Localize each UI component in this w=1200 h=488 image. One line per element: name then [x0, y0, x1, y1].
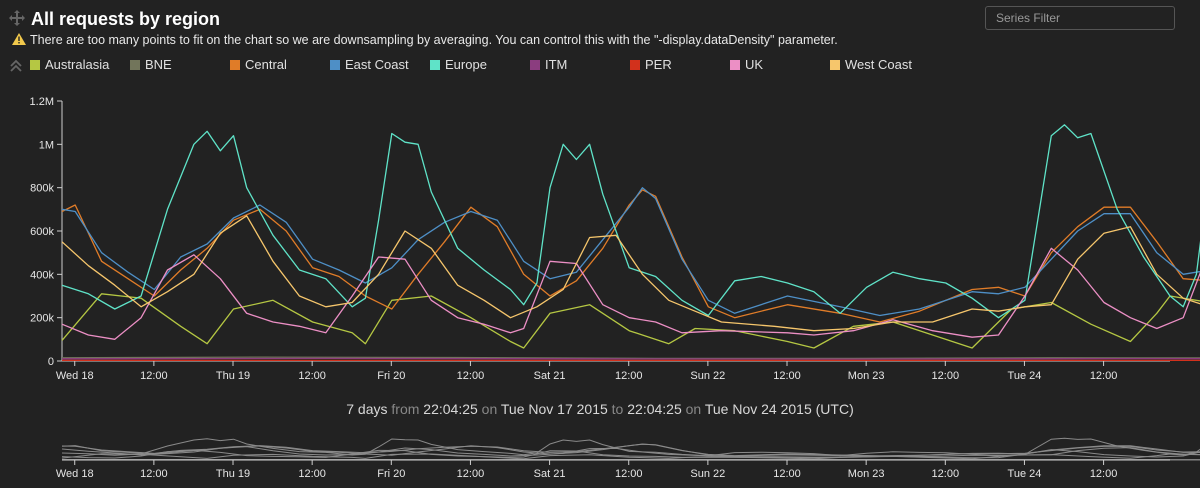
x-tick-label: Fri 20	[377, 370, 405, 382]
legend-swatch	[530, 60, 540, 70]
series-line-east-coast[interactable]	[61, 187, 1200, 317]
navigator-x-tick-label: 12:00	[457, 468, 485, 480]
range-to-time: 22:04:25	[627, 401, 682, 417]
warning-text: There are too many points to fit on the …	[30, 33, 838, 47]
legend-item-central[interactable]: Central	[230, 57, 287, 72]
legend-swatch	[330, 60, 340, 70]
line-chart: 0 200k 400k 600k 800k 1M 1.2M Wed 18 12:00 Thu 19…	[30, 96, 1200, 382]
navigator-x-tick-label: Sat 21	[534, 468, 566, 480]
legend-label: East Coast	[345, 57, 409, 72]
time-range-summary: 7 days from 22:04:25 on Tue Nov 17 2015 …	[0, 401, 1200, 417]
navigator-x-tick-label: 12:00	[1090, 468, 1118, 480]
navigator-x-tick-label: 12:00	[140, 468, 168, 480]
x-tick-label: 12:00	[1090, 370, 1118, 382]
range-navigator[interactable]: Wed 18 12:00 Thu 19 12:00 Fri 20 12:00 Sat 21 1…	[0, 432, 1200, 488]
collapse-legend-icon[interactable]	[10, 59, 22, 73]
legend-label: West Coast	[845, 57, 912, 72]
legend-swatch	[230, 60, 240, 70]
x-tick-label: Sat 21	[534, 370, 566, 382]
range-to-label: to	[611, 401, 624, 417]
navigator-x-tick-label: Wed 18	[56, 468, 94, 480]
y-tick-label: 400k	[30, 269, 54, 281]
range-to-date: Tue Nov 24 2015 (UTC)	[704, 401, 854, 417]
legend-swatch	[630, 60, 640, 70]
legend-item-west-coast[interactable]: West Coast	[830, 57, 912, 72]
legend-label: UK	[745, 57, 764, 72]
x-tick-label: Mon 23	[848, 370, 885, 382]
legend-swatch	[830, 60, 840, 70]
x-tick-label: 12:00	[615, 370, 643, 382]
y-tick-label: 800k	[30, 183, 54, 195]
x-tick-label: Wed 18	[56, 370, 94, 382]
y-tick-label: 0	[48, 356, 54, 368]
x-tick-label: Tue 24	[1008, 370, 1042, 382]
series-line-central[interactable]	[61, 189, 1200, 323]
legend-swatch	[730, 60, 740, 70]
legend-item-east-coast[interactable]: East Coast	[330, 57, 409, 72]
range-on-label-2: on	[685, 401, 702, 417]
legend-label: Europe	[445, 57, 487, 72]
y-tick-label: 1M	[39, 139, 54, 151]
range-duration: 7 days	[346, 401, 388, 417]
navigator-x-tick-label: Sun 22	[690, 468, 725, 480]
legend: Australasia BNE Central East Coast Europe ITM…	[10, 57, 1190, 75]
legend-item-europe[interactable]: Europe	[430, 57, 487, 72]
navigator-x-tick-label: Tue 24	[1008, 468, 1042, 480]
range-on-label: on	[481, 401, 498, 417]
series-filter-input[interactable]	[985, 6, 1175, 30]
panel-title: All requests by region	[31, 9, 221, 29]
navigator-x-tick-label: 12:00	[298, 468, 326, 480]
move-icon[interactable]	[9, 10, 25, 26]
range-from-date: Tue Nov 17 2015	[500, 401, 608, 417]
downsampling-warning: There are too many points to fit on the …	[12, 33, 838, 47]
navigator-x-tick-label: 12:00	[932, 468, 960, 480]
x-tick-label: 12:00	[298, 370, 326, 382]
series-line-itm[interactable]	[61, 357, 1200, 360]
x-tick-label: 12:00	[773, 370, 801, 382]
series-line-uk[interactable]	[61, 247, 1200, 340]
legend-swatch	[430, 60, 440, 70]
legend-item-itm[interactable]: ITM	[530, 57, 567, 72]
x-tick-label: Sun 22	[690, 370, 725, 382]
legend-item-bne[interactable]: BNE	[130, 57, 172, 72]
navigator-x-tick-label: Thu 19	[216, 468, 250, 480]
y-tick-label: 1.2M	[30, 96, 54, 108]
legend-label: Australasia	[45, 57, 110, 72]
panel-header: All requests by region There are too man…	[0, 0, 1200, 90]
range-from-time: 22:04:25	[423, 401, 478, 417]
range-from-label: from	[391, 401, 420, 417]
y-tick-label: 600k	[30, 226, 54, 238]
legend-item-uk[interactable]: UK	[730, 57, 763, 72]
navigator-x-tick-label: 12:00	[773, 468, 801, 480]
legend-swatch	[130, 60, 140, 70]
navigator-x-tick-label: 12:00	[615, 468, 643, 480]
legend-label: PER	[645, 57, 672, 72]
legend-item-per[interactable]: PER	[630, 57, 672, 72]
x-tick-label: 12:00	[457, 370, 485, 382]
x-tick-label: 12:00	[932, 370, 960, 382]
navigator-x-tick-label: Fri 20	[377, 468, 405, 480]
legend-swatch	[30, 60, 40, 70]
x-tick-label: 12:00	[140, 370, 168, 382]
y-tick-label: 200k	[30, 313, 54, 325]
legend-label: BNE	[145, 57, 172, 72]
legend-label: Central	[245, 57, 287, 72]
x-tick-label: Thu 19	[216, 370, 250, 382]
series-line-australasia[interactable]	[61, 293, 1200, 349]
navigator-x-tick-label: Mon 23	[848, 468, 885, 480]
legend-label: ITM	[545, 57, 568, 72]
legend-item-australasia[interactable]: Australasia	[30, 57, 109, 72]
warning-icon	[12, 33, 26, 45]
